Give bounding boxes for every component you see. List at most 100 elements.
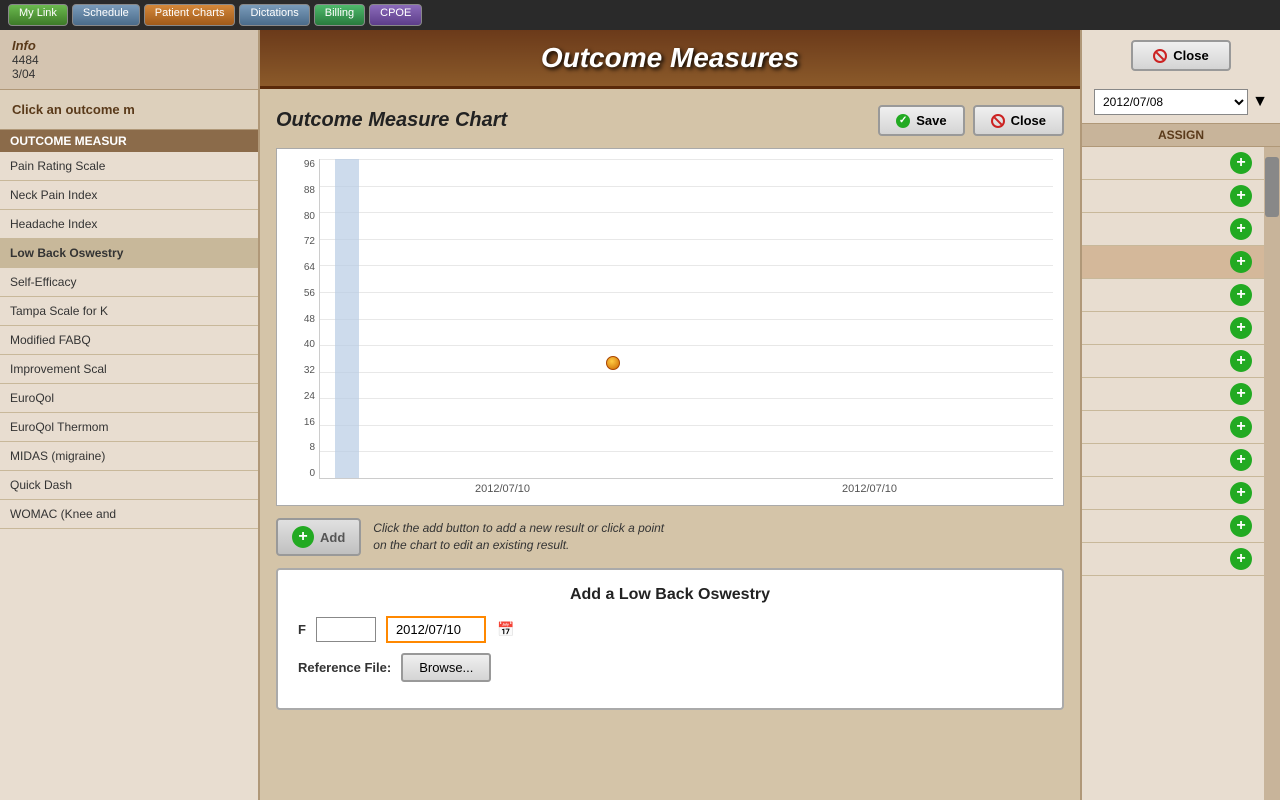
grid-line-4 <box>320 265 1053 266</box>
outcome-list-header: OUTCOME MEASUR <box>0 130 258 152</box>
assign-plus-13[interactable]: + <box>1230 548 1252 570</box>
add-label: Add <box>320 530 345 545</box>
f-input[interactable] <box>316 617 376 642</box>
assign-plus-10[interactable]: + <box>1230 449 1252 471</box>
left-sidebar: Info 4484 3/04 Click an outcome m OUTCOM… <box>0 30 260 800</box>
grid-line-7 <box>320 345 1053 346</box>
no-icon <box>991 114 1005 128</box>
y-label-16: 16 <box>304 417 315 428</box>
center-content: Outcome Measures Outcome Measure Chart ✓… <box>260 30 1080 800</box>
f-label: F <box>298 622 306 637</box>
y-label-88: 88 <box>304 185 315 196</box>
assign-row-3: + <box>1082 213 1264 246</box>
assign-plus-9[interactable]: + <box>1230 416 1252 438</box>
close-panel-label: Close <box>1011 113 1046 128</box>
assign-area: + + + + + + + + + + + + + <box>1082 147 1280 800</box>
chart-body <box>319 159 1053 479</box>
add-form: Add a Low Back Oswestry F 📅 Reference Fi… <box>276 568 1064 710</box>
browse-button[interactable]: Browse... <box>401 653 491 682</box>
assign-plus-5[interactable]: + <box>1230 284 1252 306</box>
add-instruction: Click the add button to add a new result… <box>373 520 664 554</box>
title-bar: Outcome Measures <box>260 30 1080 89</box>
add-row: + Add Click the add button to add a new … <box>276 518 1064 556</box>
nav-billing[interactable]: Billing <box>314 4 365 26</box>
assign-row-1: + <box>1082 147 1264 180</box>
assign-row-4: + <box>1082 246 1264 279</box>
sidebar-number-1: 4484 <box>12 53 246 67</box>
assign-row-12: + <box>1082 510 1264 543</box>
top-nav: My Link Schedule Patient Charts Dictatio… <box>0 0 1280 30</box>
assign-plus-12[interactable]: + <box>1230 515 1252 537</box>
add-plus-icon: + <box>292 526 314 548</box>
main-layout: Info 4484 3/04 Click an outcome m OUTCOM… <box>0 30 1280 800</box>
nav-dictations[interactable]: Dictations <box>239 4 309 26</box>
assign-plus-6[interactable]: + <box>1230 317 1252 339</box>
chart-x-labels: 2012/07/10 2012/07/10 <box>287 483 1053 495</box>
y-label-64: 64 <box>304 262 315 273</box>
form-row-ref: Reference File: Browse... <box>298 653 1042 682</box>
assign-plus-1[interactable]: + <box>1230 152 1252 174</box>
outcome-list: Pain Rating Scale Neck Pain Index Headac… <box>0 152 258 800</box>
assign-plus-4[interactable]: + <box>1230 251 1252 273</box>
outcome-item-midas[interactable]: MIDAS (migraine) <box>0 442 258 471</box>
outcome-item-tampa[interactable]: Tampa Scale for K <box>0 297 258 326</box>
close-no-icon <box>1153 49 1167 63</box>
close-top-button[interactable]: Close <box>1131 40 1230 71</box>
chart-data-point[interactable] <box>606 356 620 370</box>
outcome-item-self-efficacy[interactable]: Self-Efficacy <box>0 268 258 297</box>
scrollbar-thumb[interactable] <box>1265 157 1279 217</box>
assign-plus-2[interactable]: + <box>1230 185 1252 207</box>
outcome-item-womac[interactable]: WOMAC (Knee and <box>0 500 258 529</box>
outcome-item-neck-pain[interactable]: Neck Pain Index <box>0 181 258 210</box>
outcome-item-improvement[interactable]: Improvement Scal <box>0 355 258 384</box>
save-button[interactable]: ✓ Save <box>878 105 964 136</box>
x-label-1: 2012/07/10 <box>475 483 530 495</box>
close-top-label: Close <box>1173 48 1208 63</box>
assign-row-11: + <box>1082 477 1264 510</box>
assign-list: + + + + + + + + + + + + + <box>1082 147 1264 800</box>
outcome-item-low-back[interactable]: Low Back Oswestry <box>0 239 258 268</box>
y-label-72: 72 <box>304 236 315 247</box>
nav-cpoe[interactable]: CPOE <box>369 4 422 26</box>
nav-my-link[interactable]: My Link <box>8 4 68 26</box>
assign-row-9: + <box>1082 411 1264 444</box>
sidebar-info-title: Info <box>12 38 246 53</box>
outcome-item-euroquol[interactable]: EuroQol <box>0 384 258 413</box>
outcome-item-pain-rating[interactable]: Pain Rating Scale <box>0 152 258 181</box>
assign-plus-11[interactable]: + <box>1230 482 1252 504</box>
ref-label: Reference File: <box>298 660 391 675</box>
outcome-item-headache[interactable]: Headache Index <box>0 210 258 239</box>
date-dropdown[interactable]: 2012/07/08 <box>1094 89 1248 115</box>
grid-line-8 <box>320 372 1053 373</box>
y-label-32: 32 <box>304 365 315 376</box>
right-sidebar: Close 2012/07/08 ▼ ASSIGN + + + + + + + … <box>1080 30 1280 800</box>
close-panel-button[interactable]: Close <box>973 105 1064 136</box>
assign-plus-8[interactable]: + <box>1230 383 1252 405</box>
outcome-item-modified-fabq[interactable]: Modified FABQ <box>0 326 258 355</box>
chart-area: 96 88 80 72 64 56 48 40 32 24 16 8 0 <box>287 159 1053 479</box>
sidebar-number-2: 3/04 <box>12 67 246 81</box>
calendar-icon[interactable]: 📅 <box>496 620 516 640</box>
grid-line-5 <box>320 292 1053 293</box>
nav-schedule[interactable]: Schedule <box>72 4 140 26</box>
y-label-80: 80 <box>304 211 315 222</box>
scrollbar-track <box>1264 147 1280 800</box>
assign-plus-3[interactable]: + <box>1230 218 1252 240</box>
x-label-2: 2012/07/10 <box>842 483 897 495</box>
outcome-item-quick-dash[interactable]: Quick Dash <box>0 471 258 500</box>
y-label-8: 8 <box>309 442 315 453</box>
assign-row-5: + <box>1082 279 1264 312</box>
outcome-item-euroquol-therm[interactable]: EuroQol Thermom <box>0 413 258 442</box>
nav-patient-charts[interactable]: Patient Charts <box>144 4 236 26</box>
assign-plus-7[interactable]: + <box>1230 350 1252 372</box>
y-label-56: 56 <box>304 288 315 299</box>
y-label-24: 24 <box>304 391 315 402</box>
grid-line-3 <box>320 239 1053 240</box>
chart-bar <box>335 159 359 478</box>
add-form-title: Add a Low Back Oswestry <box>298 586 1042 604</box>
form-row-f: F 📅 <box>298 616 1042 643</box>
close-btn-area: Close <box>1082 30 1280 81</box>
grid-line-1 <box>320 186 1053 187</box>
date-input[interactable] <box>386 616 486 643</box>
add-button[interactable]: + Add <box>276 518 361 556</box>
